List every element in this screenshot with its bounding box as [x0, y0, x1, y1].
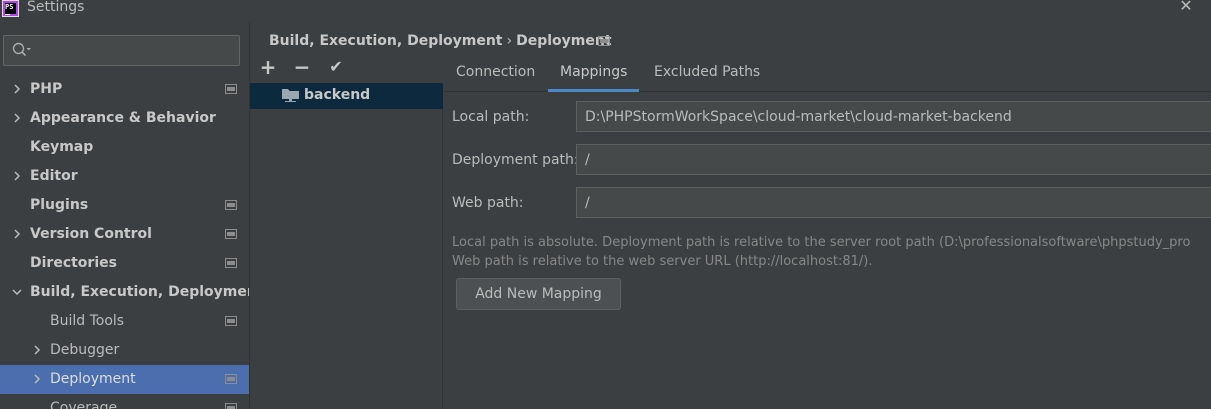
search-icon [12, 42, 31, 57]
deployment-path-field[interactable] [576, 144, 1211, 175]
deployment-tabs: Connection Mappings Excluded Paths [444, 58, 1211, 92]
settings-tree: PHP Appearance & Behavior Keymap Editor Plug… [0, 75, 264, 409]
project-level-icon [225, 374, 237, 384]
project-level-icon [225, 229, 237, 239]
sidebar-item-label: Editor [30, 168, 78, 184]
sidebar-item-label: Build Tools [50, 313, 125, 329]
server-item-label: backend [304, 87, 371, 103]
tab-connection[interactable]: Connection [444, 58, 547, 92]
chevron-right-icon[interactable] [31, 344, 43, 356]
sidebar-item-plugins[interactable]: Plugins [0, 191, 249, 220]
sidebar-item-label: Appearance & Behavior [30, 110, 216, 126]
web-path-field[interactable] [576, 187, 1211, 218]
deployment-path-label: Deployment path: [452, 152, 579, 168]
chevron-right-icon[interactable] [11, 228, 23, 240]
sidebar-item-label: Build, Execution, Deployment [30, 284, 264, 300]
sidebar-item-editor[interactable]: Editor [0, 162, 249, 191]
chevron-down-icon[interactable] [11, 286, 23, 298]
mapping-help-text: Local path is absolute. Deployment path … [452, 233, 1190, 271]
search-input[interactable] [36, 40, 232, 61]
sidebar-item-deployment[interactable]: Deployment [0, 365, 249, 394]
sidebar-item-label: PHP [30, 81, 63, 97]
sidebar-item-directories[interactable]: Directories [0, 249, 249, 278]
sidebar-item-version-control[interactable]: Version Control [0, 220, 249, 249]
project-level-icon [225, 316, 237, 326]
chevron-right-icon[interactable] [11, 170, 23, 182]
sidebar-item-label: Coverage [50, 400, 118, 409]
local-path-label: Local path: [452, 109, 530, 125]
sidebar-item-appearance-behavior[interactable]: Appearance & Behavior [0, 104, 249, 133]
web-path-input[interactable] [585, 193, 1205, 213]
sidebar-item-label: Deployment [50, 371, 136, 387]
chevron-right-icon[interactable] [11, 112, 23, 124]
sidebar-item-label: Directories [30, 255, 117, 271]
chevron-right-icon[interactable] [31, 373, 43, 385]
local-path-field[interactable] [576, 101, 1211, 132]
settings-search-box[interactable] [3, 35, 240, 66]
web-path-label: Web path: [452, 195, 524, 211]
sidebar-item-build-tools[interactable]: Build Tools [0, 307, 249, 336]
breadcrumb-separator: › [506, 33, 513, 49]
project-level-icon [225, 403, 237, 409]
sidebar-item-php[interactable]: PHP [0, 75, 249, 104]
project-level-icon [225, 84, 237, 94]
sidebar-item-coverage[interactable]: Coverage [0, 394, 249, 409]
project-level-icon [225, 200, 237, 210]
window-title: Settings [27, 0, 85, 15]
add-server-button[interactable]: + [258, 57, 278, 78]
project-level-icon [225, 258, 237, 268]
app-icon-text: PS [5, 3, 14, 11]
sidebar-item-debugger[interactable]: Debugger [0, 336, 249, 365]
server-list: backend [250, 83, 443, 409]
tab-excluded-paths[interactable]: Excluded Paths [642, 58, 772, 92]
server-item-backend[interactable]: backend [250, 83, 443, 109]
use-as-default-button[interactable]: ✔ [326, 58, 346, 78]
sidebar-item-label: Keymap [30, 139, 94, 155]
remove-server-button[interactable]: − [292, 57, 312, 78]
sidebar-item-keymap[interactable]: Keymap [0, 133, 249, 162]
help-line-2: Web path is relative to the web server U… [452, 254, 873, 269]
add-new-mapping-button[interactable]: Add New Mapping [456, 278, 621, 310]
phpstorm-logo-icon: PS [2, 0, 19, 17]
sidebar-item-label: Version Control [30, 226, 152, 242]
breadcrumb: Build, Execution, Deployment › Deployment [269, 32, 612, 50]
project-level-icon [598, 36, 610, 46]
sidebar-item-label: Debugger [50, 342, 120, 358]
settings-sidebar: PHP Appearance & Behavior Keymap Editor Plug… [0, 22, 264, 409]
server-folder-icon [282, 89, 299, 102]
title-bar: PS Settings ✕ [0, 0, 1211, 22]
local-path-input[interactable] [585, 107, 1205, 127]
sidebar-item-label: Plugins [30, 197, 89, 213]
help-line-1: Local path is absolute. Deployment path … [452, 235, 1191, 250]
tab-mappings[interactable]: Mappings [548, 58, 640, 92]
chevron-right-icon[interactable] [11, 83, 23, 95]
breadcrumb-parent[interactable]: Build, Execution, Deployment [269, 33, 503, 49]
close-icon[interactable]: ✕ [1177, 0, 1195, 16]
sidebar-item-build-execution-deployment[interactable]: Build, Execution, Deployment [0, 278, 264, 307]
deployment-path-input[interactable] [585, 150, 1205, 170]
settings-content: Build, Execution, Deployment › Deployment … [249, 22, 1211, 409]
